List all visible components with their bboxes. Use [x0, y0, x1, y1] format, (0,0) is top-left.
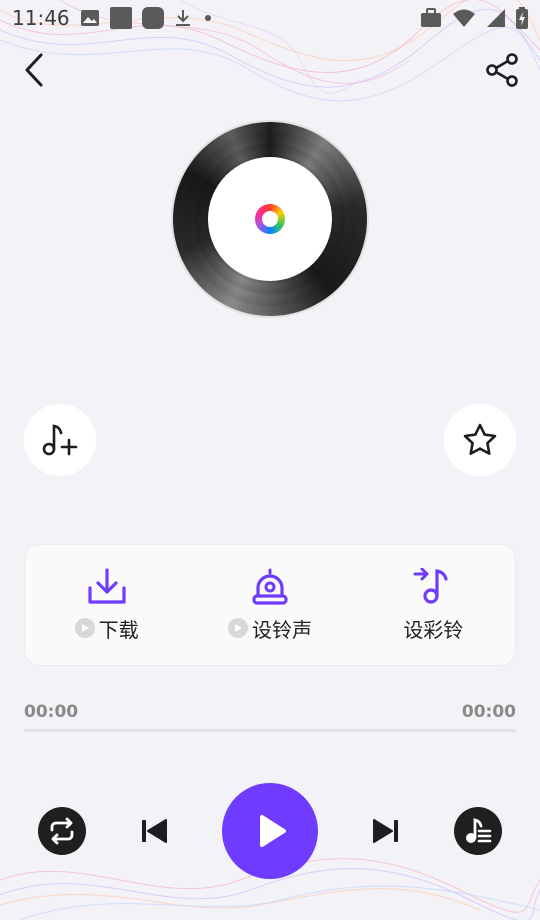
skip-previous-icon	[142, 819, 167, 843]
previous-button[interactable]	[134, 811, 174, 851]
play-icon	[260, 815, 286, 847]
download-icon	[175, 10, 190, 26]
dot-icon	[204, 15, 211, 21]
playlist-button[interactable]	[454, 807, 502, 855]
download-tray-icon	[88, 567, 126, 604]
set-ringtone-action[interactable]: 设铃声	[195, 568, 345, 643]
video-badge-icon	[227, 618, 248, 638]
album-disc	[173, 122, 367, 316]
back-button[interactable]	[14, 48, 54, 92]
app-logo-icon	[255, 204, 285, 234]
action-icon-wrap	[87, 567, 127, 606]
alarm-bell-icon	[252, 568, 288, 605]
status-bar: 11:46	[0, 0, 540, 36]
battery-icon	[516, 7, 528, 29]
share-button[interactable]	[480, 48, 524, 92]
star-icon	[463, 423, 497, 455]
set-color-ringtone-action[interactable]: 设彩铃	[358, 567, 508, 643]
progress-bar[interactable]	[24, 729, 516, 732]
set-ringtone-label: 设铃声	[251, 617, 312, 642]
action-icon-wrap	[250, 568, 290, 606]
download-action[interactable]: 下载	[32, 567, 182, 643]
rounded-square-icon	[141, 7, 164, 29]
action-icon-wrap	[413, 567, 453, 606]
vinyl-record	[173, 122, 367, 316]
square-icon	[109, 7, 132, 29]
briefcase-icon	[421, 8, 441, 27]
repeat-icon	[50, 817, 74, 845]
add-to-playlist-button[interactable]	[24, 404, 96, 476]
chevron-left-icon	[25, 53, 43, 87]
status-time: 11:46	[12, 6, 70, 30]
set-color-ringtone-label: 设彩铃	[403, 617, 464, 642]
video-badge-icon	[74, 618, 95, 638]
download-label: 下载	[98, 617, 139, 642]
signal-icon	[487, 9, 505, 27]
wifi-icon	[453, 9, 475, 27]
share-icon	[486, 53, 518, 87]
music-note-arrow-icon	[413, 567, 448, 604]
skip-next-icon	[373, 819, 398, 843]
total-time: 00:00	[461, 702, 516, 722]
actions-card: 下载 设铃声 设彩铃	[24, 544, 516, 666]
repeat-button[interactable]	[38, 807, 86, 855]
disc-label	[208, 157, 332, 281]
current-time: 00:00	[24, 702, 79, 722]
playlist-icon	[466, 818, 492, 843]
play-button[interactable]	[222, 783, 318, 879]
next-button[interactable]	[366, 811, 406, 851]
image-icon	[80, 10, 99, 26]
music-note-plus-icon	[42, 424, 78, 456]
favorite-button[interactable]	[444, 404, 516, 476]
